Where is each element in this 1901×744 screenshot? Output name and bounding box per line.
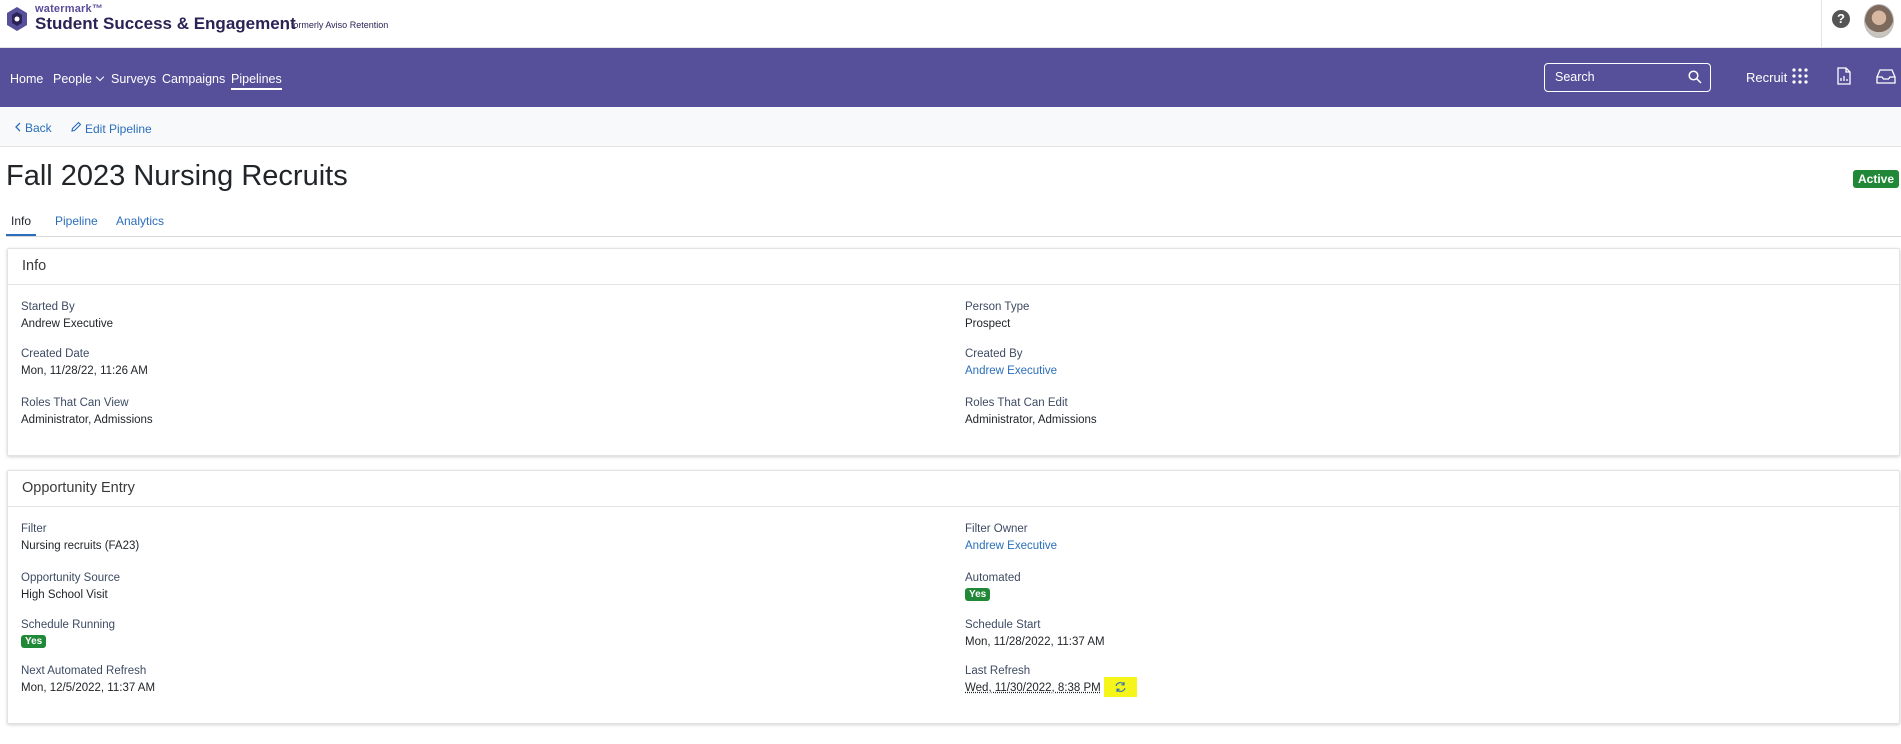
opportunity-entry-card: Opportunity Entry <box>7 470 1900 724</box>
page-toolbar: Back Edit Pipeline <box>0 107 1901 147</box>
field-label: Filter <box>21 523 47 535</box>
filter-field: Filter Nursing recruits (FA23) <box>21 523 139 552</box>
field-value: Mon, 12/5/2022, 11:37 AM <box>21 682 156 694</box>
info-card: Info <box>7 248 1900 456</box>
nav-campaigns[interactable]: Campaigns <box>162 72 225 86</box>
chevron-left-icon <box>15 122 21 132</box>
created-by-field: Created By Andrew Executive <box>965 348 1057 377</box>
brand-name: Student Success & Engagement <box>35 14 296 33</box>
opportunity-source-field: Opportunity Source High School Visit <box>21 572 120 601</box>
field-value: Administrator, Admissions <box>965 414 1097 426</box>
field-value: Mon, 11/28/22, 11:26 AM <box>21 365 148 377</box>
field-label: Started By <box>21 301 75 313</box>
page-title: Fall 2023 Nursing Recruits <box>6 160 348 192</box>
last-refresh-value: Wed, 11/30/2022, 8:38 PM <box>965 682 1101 694</box>
search-placeholder: Search <box>1555 70 1595 84</box>
refresh-button[interactable] <box>1104 677 1137 697</box>
field-label: Schedule Start <box>965 619 1041 631</box>
nav-home[interactable]: Home <box>10 72 43 86</box>
field-label: Schedule Running <box>21 619 115 631</box>
field-label: Roles That Can View <box>21 397 129 409</box>
started-by-field: Started By Andrew Executive <box>21 301 113 330</box>
field-value: Andrew Executive <box>21 318 114 330</box>
field-label: Filter Owner <box>965 523 1028 535</box>
apps-grid-icon[interactable] <box>1792 68 1808 84</box>
divider <box>1821 0 1822 47</box>
schedule-running-field: Schedule Running Yes <box>21 619 115 648</box>
nav-people-label: People <box>53 72 92 86</box>
field-label: Created Date <box>21 348 90 360</box>
person-type-field: Person Type Prospect <box>965 301 1029 330</box>
field-label: Automated <box>965 572 1021 584</box>
field-value: Administrator, Admissions <box>21 414 153 426</box>
roles-view-field: Roles That Can View Administrator, Admis… <box>21 397 153 426</box>
field-value: Prospect <box>965 318 1011 330</box>
field-value: High School Visit <box>21 589 108 601</box>
brand-bar: watermark™ Student Success & Engagement … <box>0 0 1901 48</box>
pencil-icon <box>71 121 82 132</box>
field-label: Roles That Can Edit <box>965 397 1068 409</box>
field-label: Opportunity Source <box>21 572 121 584</box>
schedule-running-badge: Yes <box>21 635 47 648</box>
created-by-link[interactable]: Andrew Executive <box>965 365 1057 377</box>
field-label: Created By <box>965 348 1023 360</box>
field-label: Next Automated Refresh <box>21 665 147 677</box>
help-icon[interactable]: ? <box>1832 10 1850 28</box>
automated-field: Automated Yes <box>965 572 1021 601</box>
field-label: Last Refresh <box>965 665 1031 677</box>
nav-surveys[interactable]: Surveys <box>111 72 156 86</box>
back-button[interactable]: Back <box>14 121 52 135</box>
chevron-down-icon <box>95 72 105 82</box>
automated-badge: Yes <box>965 588 991 601</box>
tab-info[interactable]: Info <box>6 214 37 236</box>
status-badge: Active <box>1853 170 1900 188</box>
created-date-field: Created Date Mon, 11/28/22, 11:26 AM <box>21 348 148 377</box>
roles-edit-field: Roles That Can Edit Administrator, Admis… <box>965 397 1097 426</box>
nav-pipelines[interactable]: Pipelines <box>231 72 282 90</box>
search-icon[interactable] <box>1688 70 1702 84</box>
document-icon[interactable] <box>1836 67 1852 85</box>
refresh-icon <box>1115 682 1126 692</box>
field-value: Nursing recruits (FA23) <box>21 540 140 552</box>
search-input[interactable]: Search <box>1544 63 1711 92</box>
recruit-app-label[interactable]: Recruit <box>1746 70 1787 85</box>
tab-analytics[interactable]: Analytics <box>116 214 164 228</box>
edit-pipeline-label: Edit Pipeline <box>85 122 152 136</box>
brand-formerly: | formerly Aviso Retention <box>286 20 389 30</box>
schedule-start-field: Schedule Start Mon, 11/28/2022, 11:37 AM <box>965 619 1105 648</box>
back-label: Back <box>25 121 52 135</box>
filter-owner-field: Filter Owner Andrew Executive <box>965 523 1057 552</box>
field-label: Person Type <box>965 301 1030 313</box>
opportunity-card-title: Opportunity Entry <box>8 471 1899 507</box>
main-nav: Home People Surveys Campaigns Pipelines … <box>0 48 1901 107</box>
avatar[interactable] <box>1864 4 1894 38</box>
inbox-icon[interactable] <box>1876 68 1896 84</box>
nav-people[interactable]: People <box>53 72 105 86</box>
tab-pipeline[interactable]: Pipeline <box>55 214 98 228</box>
next-refresh-field: Next Automated Refresh Mon, 12/5/2022, 1… <box>21 665 155 694</box>
edit-pipeline-button[interactable]: Edit Pipeline <box>70 121 152 136</box>
watermark-logo-icon <box>7 7 27 31</box>
info-card-title: Info <box>8 249 1899 285</box>
last-refresh-field: Last Refresh Wed, 11/30/2022, 8:38 PM <box>965 665 1101 694</box>
tab-bar: Info Pipeline Analytics <box>6 210 1901 237</box>
field-value: Mon, 11/28/2022, 11:37 AM <box>965 636 1105 648</box>
filter-owner-link[interactable]: Andrew Executive <box>965 540 1057 552</box>
